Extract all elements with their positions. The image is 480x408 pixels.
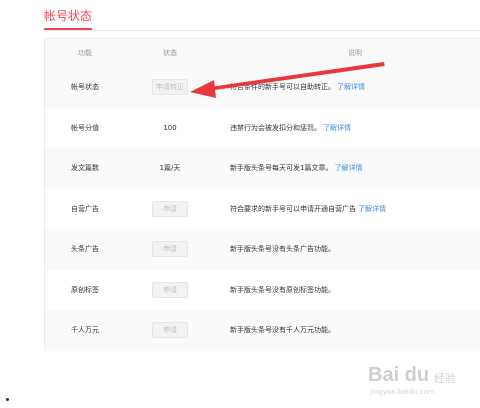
learn-more-link[interactable]: 了解详情 — [323, 123, 351, 133]
description-cell: 符合条件的新手号可以自助转正。 了解详情 — [230, 67, 480, 108]
description-text: 新手版头条号没有原创标签功能。 — [230, 285, 335, 294]
status-cell: 申请 — [131, 189, 209, 230]
table-row: 发文篇数 1篇/天 新手版头条号每天可发1篇文章。 了解详情 — [45, 148, 480, 189]
learn-more-link[interactable]: 了解详情 — [358, 204, 386, 214]
description-text: 符合要求的新手号可以申请开通自营广告 — [230, 204, 356, 213]
section-header: 帐号状态 — [44, 0, 480, 31]
status-value: 100 — [163, 123, 177, 132]
account-status-table: 功能 状态 说明 帐号状态 申请转正 符合条件的新手号可以自助转正。 了解详情 帐号分值… — [44, 38, 480, 351]
description-text: 新手版头条号没有头条广告功能。 — [230, 245, 335, 254]
feature-name: 千人万元 — [71, 326, 99, 335]
table-row: 帐号分值 100 违禁行为会被发扣分和惩罚。 了解详情 — [45, 108, 480, 149]
feature-name: 发文篇数 — [71, 164, 99, 173]
description-text: 违禁行为会被发扣分和惩罚。 — [230, 123, 321, 132]
feature-name: 原创标签 — [71, 285, 99, 294]
status-cell: 申请 — [131, 270, 209, 311]
baidu-logo: Bai du — [368, 364, 430, 386]
learn-more-link[interactable]: 了解详情 — [334, 163, 362, 173]
feature-name: 帐号分值 — [71, 123, 99, 132]
table-row: 头条广告 申请 新手版头条号没有头条广告功能。 — [45, 229, 480, 270]
description-text: 新手版头条号没有千人万元功能。 — [230, 326, 335, 335]
status-cell: 申请转正 — [131, 67, 209, 108]
learn-more-link[interactable]: 了解详情 — [337, 82, 365, 92]
table-row: 帐号状态 申请转正 符合条件的新手号可以自助转正。 了解详情 — [45, 67, 480, 108]
table-header: 功能 状态 说明 — [45, 39, 480, 67]
header-description: 说明 — [348, 49, 362, 57]
table-row: 千人万元 申请 新手版头条号没有千人万元功能。 — [45, 310, 480, 351]
status-cell: 申请 — [131, 229, 209, 270]
description-cell: 新手版头条号每天可发1篇文章。 了解详情 — [230, 148, 480, 189]
description-cell: 符合要求的新手号可以申请开通自营广告 了解详情 — [230, 189, 480, 230]
feature-name: 自营广告 — [71, 204, 99, 213]
description-cell: 新手版头条号没有千人万元功能。 — [230, 310, 480, 351]
description-text: 符合条件的新手号可以自助转正。 — [230, 83, 335, 92]
feature-name: 头条广告 — [71, 245, 99, 254]
description-text: 新手版头条号每天可发1篇文章。 — [230, 164, 333, 173]
description-cell: 新手版头条号没有头条广告功能。 — [230, 229, 480, 270]
description-cell: 新手版头条号没有原创标签功能。 — [230, 270, 480, 311]
status-cell: 申请 — [131, 310, 209, 351]
description-cell: 违禁行为会被发扣分和惩罚。 了解详情 — [230, 108, 480, 149]
apply-button[interactable]: 申请 — [152, 281, 188, 298]
feature-name: 帐号状态 — [71, 83, 99, 92]
watermark-url: jingyan.baidu.com — [370, 388, 435, 396]
table-row: 自营广告 申请 符合要求的新手号可以申请开通自营广告 了解详情 — [45, 189, 480, 230]
header-status: 状态 — [163, 49, 177, 57]
baidu-jingyan-watermark: Bai du 经验 jingyan.baidu.com — [368, 360, 468, 402]
status-value: 1篇/天 — [159, 164, 181, 173]
status-cell: 100 — [131, 108, 209, 149]
section-title: 帐号状态 — [44, 9, 93, 30]
watermark-text: 经验 — [434, 372, 456, 385]
apply-button[interactable]: 申请转正 — [152, 79, 188, 96]
header-feature: 功能 — [78, 49, 92, 57]
apply-button[interactable]: 申请 — [152, 322, 188, 339]
apply-button[interactable]: 申请 — [152, 200, 188, 217]
status-cell: 1篇/天 — [131, 148, 209, 189]
apply-button[interactable]: 申请 — [152, 241, 188, 258]
bullet-dot — [6, 398, 9, 401]
account-status-page: 帐号状态 功能 状态 说明 帐号状态 申请转正 符合条件的新手号可以自助转正。 了解详… — [0, 0, 480, 408]
table-row: 原创标签 申请 新手版头条号没有原创标签功能。 — [45, 270, 480, 311]
